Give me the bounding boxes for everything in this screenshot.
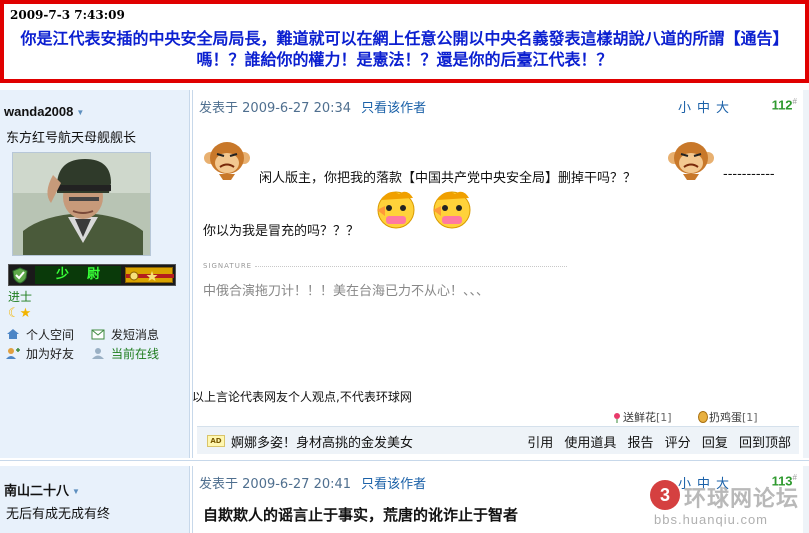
envelope-icon	[91, 329, 105, 340]
post-datetime: 2009-6-27 20:41	[242, 477, 352, 492]
post-meta: 发表于 2009-6-27 20:41 只看该作者	[199, 473, 426, 492]
floor-number[interactable]: 112#	[772, 97, 797, 112]
post-header: 发表于 2009-6-27 20:34 只看该作者 小中大 112#	[199, 96, 799, 118]
watermark-title: 环球网论坛	[684, 487, 800, 512]
post-body-line-1-tail: -----------	[723, 167, 775, 182]
post-body-line-2: 你以为我是冒充的吗？？？	[203, 224, 360, 239]
shield-icon	[12, 267, 28, 284]
add-friend-label[interactable]: 加为好友	[26, 347, 74, 361]
avatar-image	[13, 153, 150, 255]
rank-label: 少尉	[35, 266, 121, 284]
quote-button[interactable]: 引用	[527, 436, 553, 451]
send-flower-label[interactable]: 送鲜花	[623, 411, 656, 424]
author-name[interactable]: 南山二十八 ▼	[4, 480, 80, 499]
back-to-top-button[interactable]: 回到顶部	[739, 436, 791, 451]
add-friend-link[interactable]: 加为好友	[6, 345, 74, 362]
signature-text: 中俄合演拖刀计！！！美在台海已力不从心！、、、	[203, 284, 490, 299]
throw-egg-button[interactable]: 扔鸡蛋[1]	[697, 409, 758, 425]
flower-icon	[614, 413, 620, 423]
scroll-gutter	[803, 90, 809, 458]
report-button[interactable]: 报告	[628, 436, 654, 451]
author-name-text[interactable]: wanda2008	[4, 104, 73, 119]
ad-link[interactable]: 婀娜多姿！身材高挑的金发美女	[231, 432, 413, 451]
floor-number-value[interactable]: 112	[772, 97, 793, 112]
post-tools: 引用 使用道具 报告 评分 回复 回到顶部	[520, 432, 791, 451]
chevron-down-icon[interactable]: ▼	[76, 108, 84, 117]
author-only-link[interactable]: 只看该作者	[361, 101, 426, 116]
author-sidebar: 南山二十八 ▼ 无后有成无成有终	[0, 466, 190, 533]
site-watermark: 3 环球网论坛 bbs.huanqiu.com	[650, 480, 808, 532]
online-status: 当前在线	[91, 345, 159, 362]
home-icon	[7, 329, 19, 339]
egg-icon	[698, 411, 708, 423]
rank-badge-icon	[125, 267, 174, 283]
throw-egg-label[interactable]: 扔鸡蛋	[709, 411, 742, 424]
monkey-emoticon-icon	[668, 142, 714, 180]
add-user-icon	[6, 348, 20, 359]
signature-divider	[255, 266, 567, 267]
author-only-link[interactable]: 只看该作者	[361, 477, 426, 492]
flower-count: [1]	[656, 411, 672, 424]
watermark-url: bbs.huanqiu.com	[654, 512, 769, 527]
post-content: 发表于 2009-6-27 20:34 只看该作者 小中大 112# 闲人版主，…	[192, 90, 803, 458]
post-datetime: 2009-6-27 20:34	[242, 101, 352, 116]
font-size-switch[interactable]: 小中大	[678, 97, 735, 116]
rank-stars-icon: ☾★	[8, 306, 32, 321]
posted-label: 发表于	[199, 477, 239, 492]
floor-mark: #	[792, 97, 797, 106]
banner-text: 你是江代表安插的中央安全局局長，難道就可以在網上任意公開以中央名義發表這樣胡說八…	[20, 29, 789, 69]
author-name-text[interactable]: 南山二十八	[4, 483, 69, 498]
author-title: 无后有成无成有终	[6, 507, 111, 522]
author-sidebar: wanda2008 ▼ 东方红号航天母舰舰长 少尉 进士 ☾★ 个人空间 发短消…	[0, 90, 190, 458]
send-message-link[interactable]: 发短消息	[91, 326, 159, 343]
rank-bar: 少尉	[8, 264, 176, 286]
reply-button[interactable]: 回复	[702, 436, 728, 451]
crying-face-emoticon-icon	[433, 191, 471, 229]
signature-label: SIGNATURE	[203, 262, 253, 270]
post-body-line-1: 闲人版主，你把我的落款【中国共产党中央安全局】删掉干吗？？	[259, 171, 637, 186]
banner-timestamp: 2009-7-3 7:43:09	[10, 8, 125, 22]
post-meta: 发表于 2009-6-27 20:34 只看该作者	[199, 97, 426, 116]
announcement-banner: 2009-7-3 7:43:09 你是江代表安插的中央安全局局長，難道就可以在網…	[0, 0, 809, 83]
author-title: 东方红号航天母舰舰长	[6, 131, 137, 146]
rank-level: 进士	[8, 290, 33, 304]
rate-button[interactable]: 评分	[665, 436, 691, 451]
disclaimer: 以上言论代表网友个人观点,不代表环球网	[192, 390, 412, 404]
chevron-down-icon[interactable]: ▼	[72, 487, 80, 496]
post-footer: AD 婀娜多姿！身材高挑的金发美女 引用 使用道具 报告 评分 回复 回到顶部	[197, 426, 799, 454]
send-message-label[interactable]: 发短消息	[111, 328, 159, 342]
use-tool-button[interactable]: 使用道具	[564, 436, 616, 451]
forum-post: wanda2008 ▼ 东方红号航天母舰舰长 少尉 进士 ☾★ 个人空间 发短消…	[0, 90, 809, 458]
crying-face-emoticon-icon	[377, 191, 415, 229]
profile-link-label[interactable]: 个人空间	[26, 328, 74, 342]
send-flower-button[interactable]: 送鲜花[1]	[611, 409, 672, 425]
avatar[interactable]	[12, 152, 151, 256]
post-title: 自欺欺人的谣言止于事实，荒唐的讹诈止于智者	[203, 506, 519, 524]
monkey-emoticon-icon	[204, 142, 250, 180]
online-status-label: 当前在线	[111, 347, 160, 361]
posted-label: 发表于	[199, 101, 239, 116]
profile-link[interactable]: 个人空间	[6, 326, 74, 343]
author-name[interactable]: wanda2008 ▼	[4, 104, 84, 119]
ad-tag: AD	[207, 435, 225, 447]
logo-icon: 3	[650, 480, 680, 510]
egg-count: [1]	[742, 411, 758, 424]
user-online-icon	[92, 348, 104, 359]
